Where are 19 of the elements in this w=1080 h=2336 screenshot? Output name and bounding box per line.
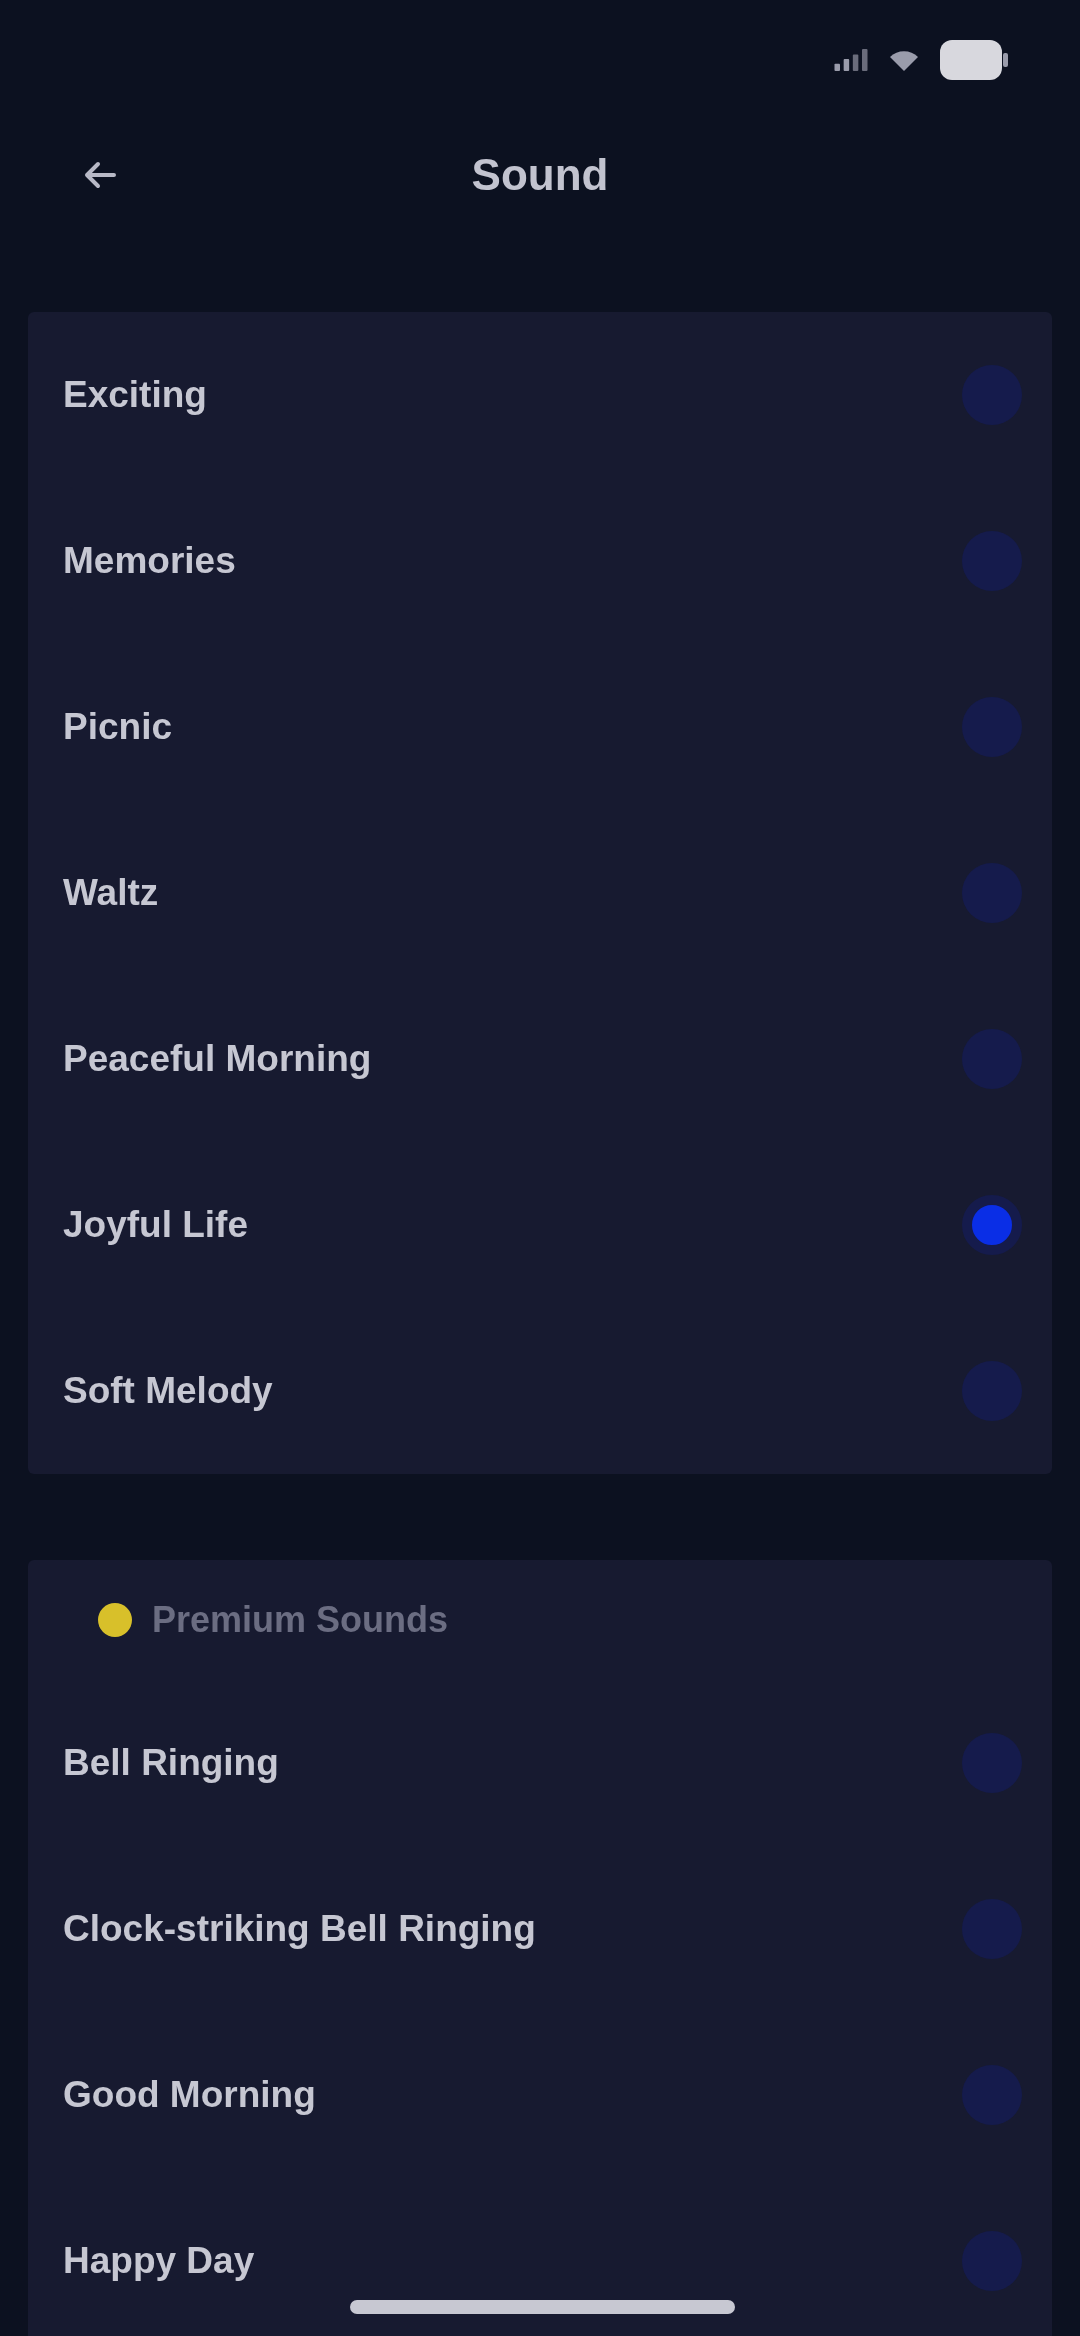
sound-label[interactable]: Good Morning	[63, 2074, 316, 2116]
back-arrow-icon	[84, 161, 116, 189]
section-heading: Premium Sounds	[152, 1599, 449, 1641]
wifi-icon	[890, 49, 918, 71]
page-title: Sound	[471, 150, 609, 200]
sound-label[interactable]: Peaceful Morning	[63, 1038, 372, 1080]
sound-label[interactable]: Memories	[63, 540, 236, 582]
sound-label[interactable]: Soft Melody	[63, 1370, 273, 1412]
radio-button[interactable]	[962, 1195, 1022, 1255]
signal-icon	[834, 49, 868, 71]
battery-icon	[940, 40, 1008, 80]
sound-label[interactable]: Joyful Life	[63, 1204, 249, 1246]
sound-label[interactable]: Bell Ringing	[63, 1742, 279, 1784]
sound-label[interactable]: Happy Day	[63, 2240, 255, 2282]
sound-label[interactable]: Picnic	[63, 706, 172, 748]
sound-label[interactable]: Waltz	[63, 872, 159, 914]
sound-label[interactable]: Exciting	[63, 374, 207, 416]
sound-label[interactable]: Clock-striking Bell Ringing	[63, 1908, 536, 1950]
dot-icon	[98, 1603, 132, 1637]
